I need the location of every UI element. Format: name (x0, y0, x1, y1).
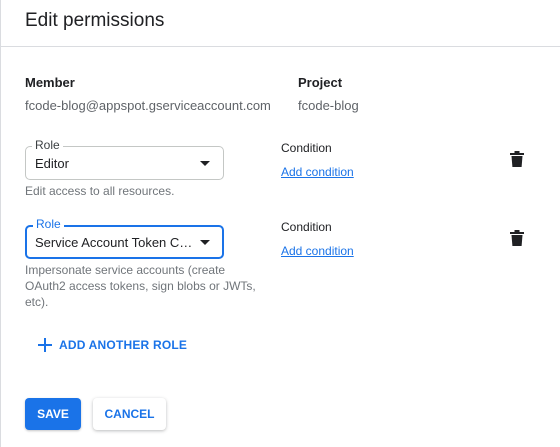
role-description-line: Impersonate service accounts (create (25, 263, 226, 277)
dialog-left-border (0, 0, 1, 447)
member-value: fcode-blog@appspot.gserviceaccount.com (25, 98, 271, 113)
save-button[interactable]: SAVE (25, 398, 81, 430)
dropdown-arrow-icon (200, 161, 210, 166)
add-another-role-label: ADD ANOTHER ROLE (59, 338, 188, 352)
role-select-value: Editor (35, 156, 69, 171)
role-select-1[interactable]: Role Editor (25, 138, 224, 180)
condition-label-1: Condition (281, 141, 332, 155)
dropdown-arrow-icon (200, 240, 210, 245)
plus-icon (38, 338, 52, 352)
member-label: Member (25, 75, 75, 90)
cancel-button[interactable]: CANCEL (93, 398, 166, 430)
role-description-2: Impersonate service accounts (create OAu… (25, 262, 256, 310)
role-select-label: Role (32, 138, 63, 152)
dialog-title: Edit permissions (25, 10, 165, 31)
add-another-role-button[interactable]: ADD ANOTHER ROLE (38, 334, 187, 356)
add-condition-link-2[interactable]: Add condition (281, 244, 354, 258)
project-label: Project (298, 75, 343, 90)
dialog-header: Edit permissions (0, 0, 560, 47)
role-description-line: Edit access to all resources. (25, 184, 175, 198)
role-description-line: etc). (25, 295, 49, 309)
trash-icon[interactable] (510, 151, 524, 167)
role-description-1: Edit access to all resources. (25, 183, 174, 199)
project-value: fcode-blog (298, 98, 359, 113)
role-description-line: OAuth2 access tokens, sign blobs or JWTs… (25, 279, 256, 293)
role-select-label: Role (33, 217, 64, 231)
condition-label-2: Condition (281, 220, 332, 234)
role-select-value: Service Account Token Creator (35, 235, 195, 250)
role-select-2[interactable]: Role Service Account Token Creator (25, 217, 224, 259)
add-condition-link-1[interactable]: Add condition (281, 165, 354, 179)
trash-icon[interactable] (510, 230, 524, 246)
